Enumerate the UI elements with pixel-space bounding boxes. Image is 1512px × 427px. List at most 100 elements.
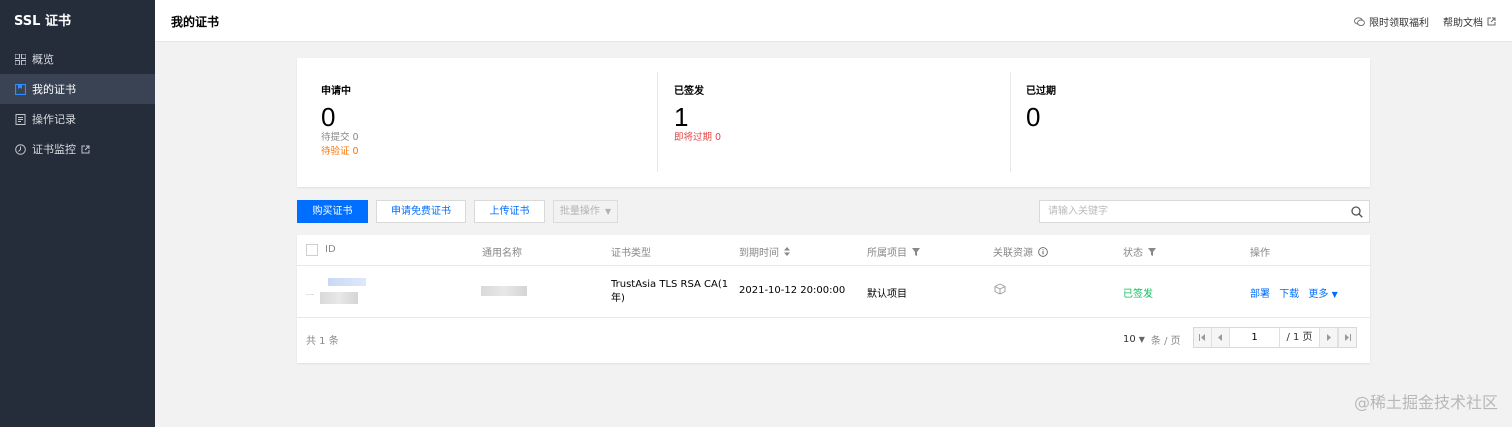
- certificate-table: ID 通用名称 证书类型 到期时间 所属项目 关联资源 状态 操作 TrustA…: [297, 235, 1370, 363]
- stat-sub-expiring[interactable]: 即将过期 0: [674, 131, 1002, 145]
- column-header-status[interactable]: 状态: [1123, 244, 1156, 259]
- filter-icon: [912, 247, 920, 256]
- sort-icon: [784, 247, 790, 256]
- stat-expired: 已过期 0: [1002, 72, 1354, 172]
- batch-operation-dropdown[interactable]: 批量操作 ▼: [553, 200, 618, 223]
- search-icon[interactable]: [1351, 206, 1363, 221]
- stat-label: 已签发: [674, 86, 704, 97]
- column-header-common-name: 通用名称: [482, 248, 522, 259]
- stat-label: 已过期: [1026, 86, 1056, 97]
- watermark: @稀土掘金技术社区: [1353, 393, 1498, 412]
- page-size-value: 10: [1123, 334, 1136, 345]
- cert-type-line: TrustAsia TLS RSA CA(1: [611, 279, 729, 290]
- redacted-cert-id[interactable]: [328, 278, 366, 286]
- sidebar-item-label: 证书监控: [32, 143, 76, 156]
- more-label: 更多: [1308, 289, 1329, 300]
- brand-title: SSL 证书: [14, 14, 71, 29]
- project-cell: 默认项目: [867, 289, 907, 300]
- sidebar-item-label: 操作记录: [32, 113, 76, 126]
- next-page-button[interactable]: [1320, 328, 1338, 347]
- column-header-actions: 操作: [1250, 248, 1270, 259]
- cert-type-cell: TrustAsia TLS RSA CA(1 年): [611, 278, 728, 306]
- redacted-mark: [306, 294, 314, 295]
- top-header: 我的证书 限时领取福利 帮助文档: [155, 0, 1512, 42]
- stat-sub-to-verify[interactable]: 待验证 0: [321, 145, 649, 159]
- total-pages: / 1 页: [1280, 328, 1320, 347]
- column-label: 所属项目: [867, 248, 907, 259]
- search-input[interactable]: [1040, 201, 1340, 222]
- total-count: 共 1 条: [306, 336, 339, 347]
- promo-link-label: 限时领取福利: [1369, 18, 1429, 29]
- deploy-link[interactable]: 部署: [1250, 289, 1270, 300]
- search-box: [1039, 200, 1370, 223]
- apply-free-certificate-button[interactable]: 申请免费证书: [376, 200, 466, 223]
- page-number-input[interactable]: [1230, 328, 1280, 347]
- column-header-associated-resources: 关联资源: [993, 244, 1048, 259]
- document-icon: [14, 113, 26, 125]
- certificate-icon: [14, 83, 26, 95]
- first-page-icon: [1199, 334, 1205, 341]
- expires-cell: 2021-10-12 20:00:00: [739, 285, 846, 296]
- page-size-unit: 条 / 页: [1150, 336, 1181, 347]
- promo-link[interactable]: 限时领取福利: [1354, 14, 1429, 29]
- stats-panel: 申请中 0 待提交 0 待验证 0 已签发 1 即将过期 0 已过期 0: [297, 58, 1370, 187]
- caret-down-icon: ▼: [1331, 290, 1338, 299]
- external-link-icon: [1487, 17, 1496, 26]
- sidebar-item-label: 概览: [32, 53, 54, 66]
- download-link[interactable]: 下载: [1279, 289, 1299, 300]
- stat-issued: 已签发 1 即将过期 0: [650, 72, 1002, 172]
- next-page-icon: [1327, 334, 1331, 341]
- first-page-button[interactable]: [1194, 328, 1212, 347]
- stat-sub-to-submit[interactable]: 待提交 0: [321, 131, 649, 145]
- cube-icon: [994, 283, 1006, 298]
- prev-page-button[interactable]: [1212, 328, 1230, 347]
- help-docs-label: 帮助文档: [1443, 18, 1483, 29]
- column-header-id: ID: [325, 244, 336, 255]
- sidebar-item-label: 我的证书: [32, 83, 76, 96]
- grid-icon: [14, 53, 26, 65]
- batch-operation-label: 批量操作: [559, 206, 600, 217]
- external-link-icon: [81, 145, 90, 154]
- status-badge: 已签发: [1123, 289, 1153, 300]
- stat-value: 1: [674, 102, 689, 132]
- column-header-expires[interactable]: 到期时间: [739, 244, 790, 259]
- actions-cell: 部署 下载 更多 ▼: [1250, 285, 1344, 300]
- stat-pending: 申请中 0 待提交 0 待验证 0: [297, 72, 649, 172]
- sidebar-item-operation-log[interactable]: 操作记录: [0, 104, 155, 134]
- prev-page-icon: [1218, 334, 1222, 341]
- caret-down-icon: ▼: [1138, 335, 1145, 344]
- page-size-select[interactable]: 10 ▼ 条 / 页: [1123, 332, 1181, 347]
- stat-value: 0: [1026, 102, 1041, 132]
- pagination: / 1 页: [1193, 327, 1357, 348]
- more-dropdown[interactable]: 更多 ▼: [1308, 289, 1337, 300]
- table-header: ID 通用名称 证书类型 到期时间 所属项目 关联资源 状态 操作: [297, 235, 1370, 266]
- page-title: 我的证书: [171, 15, 220, 29]
- table-row: TrustAsia TLS RSA CA(1 年) 2021-10-12 20:…: [297, 266, 1370, 318]
- sidebar-item-my-certificates[interactable]: 我的证书: [0, 74, 155, 104]
- buy-certificate-button[interactable]: 购买证书: [297, 200, 368, 223]
- sidebar-item-cert-monitor[interactable]: 证书监控: [0, 134, 155, 164]
- info-icon[interactable]: [1038, 246, 1048, 257]
- table-footer: 共 1 条 10 ▼ 条 / 页 / 1 页: [297, 318, 1370, 363]
- last-page-icon: [1345, 334, 1351, 341]
- help-docs-link[interactable]: 帮助文档: [1443, 14, 1496, 29]
- stat-label: 申请中: [321, 86, 351, 97]
- stat-value: 0: [321, 102, 336, 132]
- sidebar-item-overview[interactable]: 概览: [0, 44, 155, 74]
- column-label: 关联资源: [993, 248, 1033, 259]
- column-label: 到期时间: [739, 248, 779, 259]
- redacted-cert-alias: [320, 292, 358, 304]
- sidebar: SSL 证书 概览 我的证书 操作记录 证书监控: [0, 0, 155, 427]
- filter-icon: [1148, 247, 1156, 256]
- column-header-cert-type: 证书类型: [611, 248, 651, 259]
- chat-icon: [1354, 16, 1365, 26]
- cert-type-line: 年): [611, 293, 625, 304]
- upload-certificate-button[interactable]: 上传证书: [474, 200, 545, 223]
- select-all-checkbox[interactable]: [306, 244, 318, 256]
- caret-down-icon: ▼: [605, 207, 612, 216]
- column-header-project[interactable]: 所属项目: [867, 244, 920, 259]
- monitor-icon: [14, 143, 26, 155]
- column-label: 状态: [1123, 248, 1143, 259]
- redacted-common-name: [481, 286, 527, 296]
- last-page-button[interactable]: [1338, 328, 1356, 347]
